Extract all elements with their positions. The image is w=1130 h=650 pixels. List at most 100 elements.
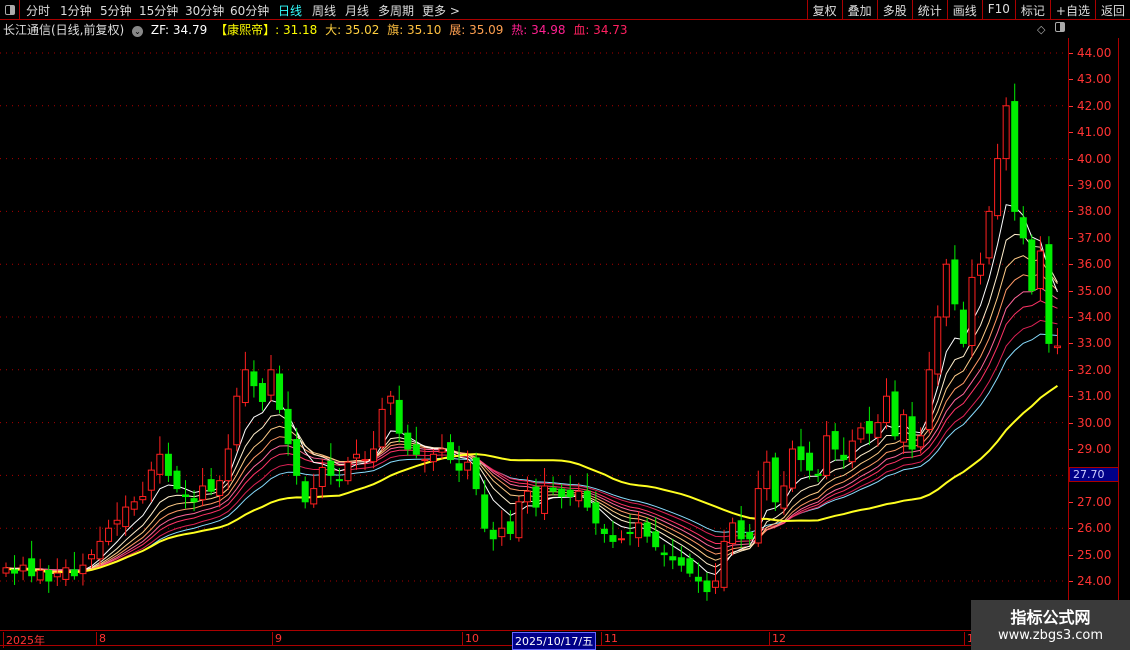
candle-down bbox=[190, 498, 198, 503]
y-tick bbox=[1069, 264, 1073, 266]
y-tick bbox=[1069, 79, 1073, 81]
da-value: 大: 35.02 bbox=[325, 23, 380, 37]
watermark: 指标公式网 www.zbgs3.com bbox=[971, 600, 1130, 650]
candle-up bbox=[421, 459, 429, 462]
candle-down bbox=[626, 531, 634, 534]
candle-up bbox=[352, 453, 360, 459]
y-tick bbox=[1069, 422, 1073, 424]
toolbar-button[interactable]: 标记 bbox=[1014, 0, 1050, 20]
candle-up bbox=[53, 572, 61, 578]
candle-down bbox=[173, 470, 181, 490]
candle-up bbox=[370, 448, 378, 463]
candle-up bbox=[361, 459, 369, 462]
candle-down bbox=[70, 569, 78, 577]
y-tick-label: 24.00 bbox=[1077, 574, 1112, 588]
candle-up bbox=[925, 369, 933, 430]
candle-up bbox=[156, 453, 164, 475]
candle-down bbox=[28, 558, 36, 577]
y-tick-label: 29.00 bbox=[1077, 442, 1112, 456]
panel-toggle-icon[interactable] bbox=[1055, 22, 1065, 32]
y-tick-label: 25.00 bbox=[1077, 547, 1112, 562]
toolbar-button[interactable]: 复权 bbox=[806, 0, 842, 20]
candle-down bbox=[412, 444, 420, 455]
period-tab[interactable]: 1分钟 bbox=[60, 2, 92, 19]
y-tick-label: 26.00 bbox=[1077, 521, 1112, 536]
y-tick-label: 36.00 bbox=[1077, 257, 1112, 272]
y-tick-label: 34.00 bbox=[1077, 310, 1112, 324]
dropdown-icon[interactable]: ⌄ bbox=[132, 26, 144, 37]
candle-up bbox=[1002, 105, 1010, 160]
candle-up bbox=[36, 569, 44, 581]
ma-ribbon-line bbox=[5, 233, 1058, 573]
period-tab[interactable]: 分时 bbox=[26, 2, 50, 19]
candle-up bbox=[19, 564, 27, 572]
period-tab[interactable]: 多周期 bbox=[378, 2, 414, 19]
candle-up bbox=[848, 440, 856, 463]
candle-up bbox=[617, 538, 625, 541]
toolbar-button[interactable]: +自选 bbox=[1049, 0, 1095, 20]
toolbar-button[interactable]: 画线 bbox=[946, 0, 982, 20]
candle-down bbox=[592, 502, 600, 524]
candle-down bbox=[532, 486, 540, 508]
toolbar-button[interactable]: 叠加 bbox=[841, 0, 877, 20]
ma-ribbon-line bbox=[5, 272, 1058, 572]
y-tick bbox=[1069, 449, 1073, 450]
period-tab[interactable]: 5分钟 bbox=[100, 2, 132, 19]
toolbar-button[interactable]: 返回 bbox=[1094, 0, 1130, 20]
candle-up bbox=[113, 519, 121, 525]
candle-down bbox=[293, 438, 301, 476]
sidebar-toggle-button[interactable] bbox=[0, 0, 20, 20]
period-tab[interactable]: 15分钟 bbox=[139, 2, 178, 19]
xue-value: 血: 34.73 bbox=[573, 23, 628, 37]
candle-down bbox=[669, 556, 677, 561]
toolbar-button[interactable]: 统计 bbox=[911, 0, 947, 20]
toolbar-button[interactable]: 多股 bbox=[876, 0, 912, 20]
time-label: 9 bbox=[272, 632, 282, 645]
qi-value: 旗: 35.10 bbox=[387, 23, 442, 37]
candle-up bbox=[87, 554, 95, 560]
right-side-strip[interactable] bbox=[1118, 38, 1130, 630]
y-tick-label: 39.00 bbox=[1077, 178, 1112, 192]
candle-down bbox=[489, 529, 497, 540]
zf-value: ZF: 34.79 bbox=[150, 23, 208, 37]
candle-up bbox=[62, 567, 70, 580]
panel-icon bbox=[5, 5, 15, 15]
candle-down bbox=[908, 416, 916, 450]
candle-up bbox=[754, 488, 762, 544]
diamond-icon[interactable]: ◇ bbox=[1037, 23, 1045, 36]
stock-title: 长江通信(日线,前复权) bbox=[3, 23, 125, 37]
candle-up bbox=[233, 395, 241, 446]
period-tab[interactable]: 更多 > bbox=[422, 2, 460, 19]
candle-down bbox=[164, 453, 172, 476]
period-tab[interactable]: 周线 bbox=[312, 2, 336, 19]
candle-up bbox=[882, 395, 890, 424]
candle-down bbox=[600, 528, 608, 534]
candle-down bbox=[335, 479, 343, 482]
watermark-title: 指标公式网 bbox=[1010, 608, 1091, 627]
candle-up bbox=[224, 448, 232, 482]
candlestick-chart[interactable] bbox=[0, 0, 1068, 630]
period-tab[interactable]: 30分钟 bbox=[185, 2, 224, 19]
candle-up bbox=[216, 480, 224, 496]
indicator-info-row: 长江通信(日线,前复权) ⌄ ZF: 34.79 【康熙帝】: 31.18 大:… bbox=[3, 21, 632, 38]
candle-down bbox=[1045, 244, 1053, 344]
candle-up bbox=[874, 422, 882, 438]
y-tick bbox=[1069, 290, 1073, 292]
candle-up bbox=[96, 540, 104, 560]
toolbar-button[interactable]: F10 bbox=[981, 0, 1015, 20]
period-tab[interactable]: 60分钟 bbox=[230, 2, 269, 19]
period-tab[interactable]: 月线 bbox=[345, 2, 369, 19]
candle-down bbox=[583, 490, 591, 508]
candle-up bbox=[241, 369, 249, 404]
kxd-value: : 31.18 bbox=[275, 23, 318, 37]
candle-down bbox=[891, 391, 899, 437]
y-tick-label: 27.00 bbox=[1077, 494, 1112, 509]
y-tick bbox=[1069, 105, 1073, 107]
candle-up bbox=[378, 408, 386, 448]
candle-up bbox=[139, 496, 147, 501]
candle-down bbox=[558, 488, 566, 498]
candle-up bbox=[857, 427, 865, 440]
ma-ribbon-line bbox=[5, 255, 1058, 573]
period-tab[interactable]: 日线 bbox=[278, 2, 302, 19]
y-tick-label: 44.00 bbox=[1077, 46, 1112, 60]
